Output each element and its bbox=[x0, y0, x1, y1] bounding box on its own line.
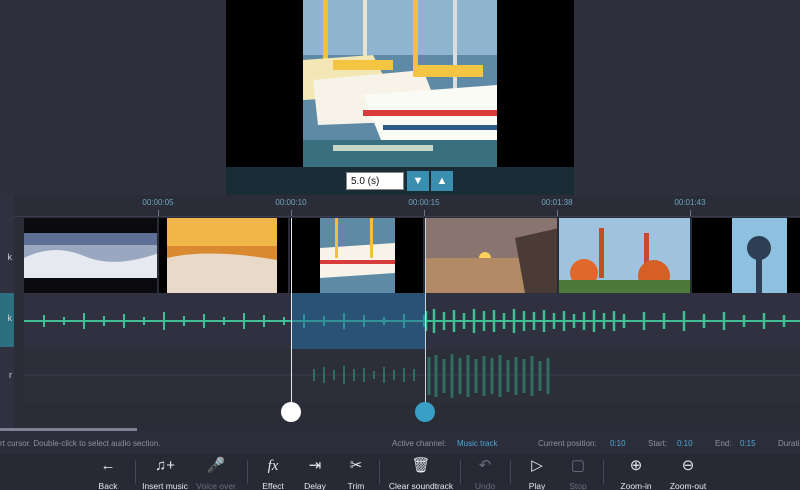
voice-waveform bbox=[24, 354, 800, 398]
clear-soundtrack-label: Clear soundtrack bbox=[388, 481, 454, 490]
toolbar-separator bbox=[379, 460, 380, 484]
zoom-out-button[interactable]: ⊖ Zoom-out bbox=[665, 456, 711, 490]
trim-label: Trim bbox=[347, 481, 365, 490]
start-label: Start: bbox=[648, 439, 668, 448]
stop-button[interactable]: ▢ Stop bbox=[563, 456, 593, 490]
ruler-mark bbox=[690, 210, 691, 216]
selection-start-handle[interactable] bbox=[281, 402, 301, 422]
music-track-label[interactable]: k bbox=[0, 293, 14, 347]
clip-sign[interactable] bbox=[692, 218, 800, 293]
video-track[interactable] bbox=[24, 218, 800, 293]
microphone-icon: 🎤 bbox=[206, 457, 226, 474]
chevron-down-icon[interactable]: ▼ bbox=[407, 171, 429, 191]
preview-frame: 5.0 (s) ▼ ▲ bbox=[226, 0, 574, 195]
end-label: End: bbox=[715, 439, 732, 448]
zoom-in-button[interactable]: ⊕ Zoom-in bbox=[615, 456, 657, 490]
clip-beach-sunset[interactable] bbox=[425, 218, 559, 293]
video-editor-window: 5.0 (s) ▼ ▲ k k r 00:00:05 00:00:10 00:0… bbox=[0, 0, 800, 490]
trim-button[interactable]: ✂ Trim bbox=[342, 456, 370, 490]
toolbar-separator bbox=[510, 460, 511, 484]
current-position-label: Current position: bbox=[538, 439, 597, 448]
undo-button[interactable]: ↶ Undo bbox=[470, 456, 500, 490]
undo-label: Undo bbox=[474, 481, 496, 490]
ruler-mark bbox=[557, 210, 558, 216]
clip-sunset-clouds[interactable] bbox=[159, 218, 290, 293]
chevron-up-icon[interactable]: ▲ bbox=[431, 171, 453, 191]
status-hint: rt cursor. Double-click to select audio … bbox=[0, 439, 161, 448]
zoom-out-icon: ⊖ bbox=[681, 457, 695, 474]
ruler-tick: 00:00:15 bbox=[408, 198, 440, 207]
play-icon: ▷ bbox=[531, 457, 543, 474]
clip-fog-city[interactable] bbox=[24, 218, 159, 293]
ruler-tick: 00:01:38 bbox=[541, 198, 573, 207]
ruler-tick: 00:00:05 bbox=[142, 198, 174, 207]
delay-arrows-icon: ⇥ bbox=[308, 457, 322, 474]
ruler-mark bbox=[291, 210, 292, 216]
toolbar-separator bbox=[603, 460, 604, 484]
timeline-scrollbar-thumb[interactable] bbox=[0, 428, 137, 431]
clear-soundtrack-button[interactable]: 🗑 Clear soundtrack bbox=[386, 456, 456, 490]
clip-boats[interactable] bbox=[290, 218, 425, 293]
toolbar-separator bbox=[247, 460, 248, 484]
ruler-mark bbox=[424, 210, 425, 216]
effect-button[interactable]: fx Effect bbox=[258, 456, 288, 490]
back-button[interactable]: ← Back bbox=[90, 456, 126, 490]
arrow-left-icon: ← bbox=[100, 457, 116, 474]
effect-label: Effect bbox=[262, 481, 284, 490]
preview-area: 5.0 (s) ▼ ▲ bbox=[0, 0, 800, 195]
clip-golden-gate[interactable] bbox=[559, 218, 692, 293]
track-headers: k k r bbox=[0, 195, 14, 431]
selection-end-handle[interactable] bbox=[415, 402, 435, 422]
delay-label: Delay bbox=[304, 481, 326, 490]
voice-over-button[interactable]: 🎤 Voice over bbox=[196, 456, 236, 490]
ruler-tick: 00:00:10 bbox=[275, 198, 307, 207]
timeline[interactable]: k k r 00:00:05 00:00:10 00:00:15 00:01:3… bbox=[0, 195, 800, 431]
selection-end-line bbox=[425, 218, 426, 408]
time-ruler[interactable]: 00:00:05 00:00:10 00:00:15 00:01:38 00:0… bbox=[14, 195, 800, 217]
back-label: Back bbox=[98, 481, 118, 490]
zoom-out-label: Zoom-out bbox=[669, 481, 707, 490]
music-note-plus-icon: ♫+ bbox=[154, 457, 175, 474]
voice-over-track[interactable] bbox=[24, 349, 800, 403]
voice-over-label: Voice over bbox=[196, 481, 236, 490]
scissors-icon: ✂ bbox=[349, 457, 363, 474]
insert-music-button[interactable]: ♫+ Insert music bbox=[142, 456, 188, 490]
insert-music-label: Insert music bbox=[142, 481, 188, 490]
active-channel-value: Music track bbox=[457, 439, 498, 448]
end-value: 0:15 bbox=[740, 439, 756, 448]
toolbar-separator bbox=[460, 460, 461, 484]
zoom-in-icon: ⊕ bbox=[629, 457, 643, 474]
ruler-mark bbox=[158, 210, 159, 216]
preview-controls-bar: 5.0 (s) ▼ ▲ bbox=[226, 167, 574, 195]
audio-selection[interactable] bbox=[291, 293, 425, 349]
fx-icon: fx bbox=[267, 458, 279, 474]
duration-label: Durati bbox=[778, 439, 800, 448]
zoom-in-label: Zoom-in bbox=[620, 481, 652, 490]
trash-icon: 🗑 bbox=[411, 457, 431, 474]
video-track-label[interactable]: k bbox=[0, 252, 14, 272]
preview-image-boats bbox=[303, 0, 497, 167]
stop-icon: ▢ bbox=[570, 457, 586, 474]
selection-start-line bbox=[291, 218, 292, 408]
play-button[interactable]: ▷ Play bbox=[522, 456, 552, 490]
delay-button[interactable]: ⇥ Delay bbox=[300, 456, 330, 490]
active-channel-label: Active channel: bbox=[392, 439, 447, 448]
toolbar-separator bbox=[135, 460, 136, 484]
stop-label: Stop bbox=[569, 481, 587, 490]
ruler-tick: 00:01:43 bbox=[674, 198, 706, 207]
undo-icon: ↶ bbox=[478, 457, 492, 474]
play-label: Play bbox=[528, 481, 546, 490]
voice-track-label[interactable]: r bbox=[0, 370, 14, 390]
slide-duration-input[interactable]: 5.0 (s) bbox=[346, 172, 404, 190]
status-bar: rt cursor. Double-click to select audio … bbox=[0, 436, 800, 452]
start-value: 0:10 bbox=[677, 439, 693, 448]
current-position-value: 0:10 bbox=[610, 439, 626, 448]
bottom-toolbar: ← Back ♫+ Insert music 🎤 Voice over fx E… bbox=[0, 454, 800, 490]
